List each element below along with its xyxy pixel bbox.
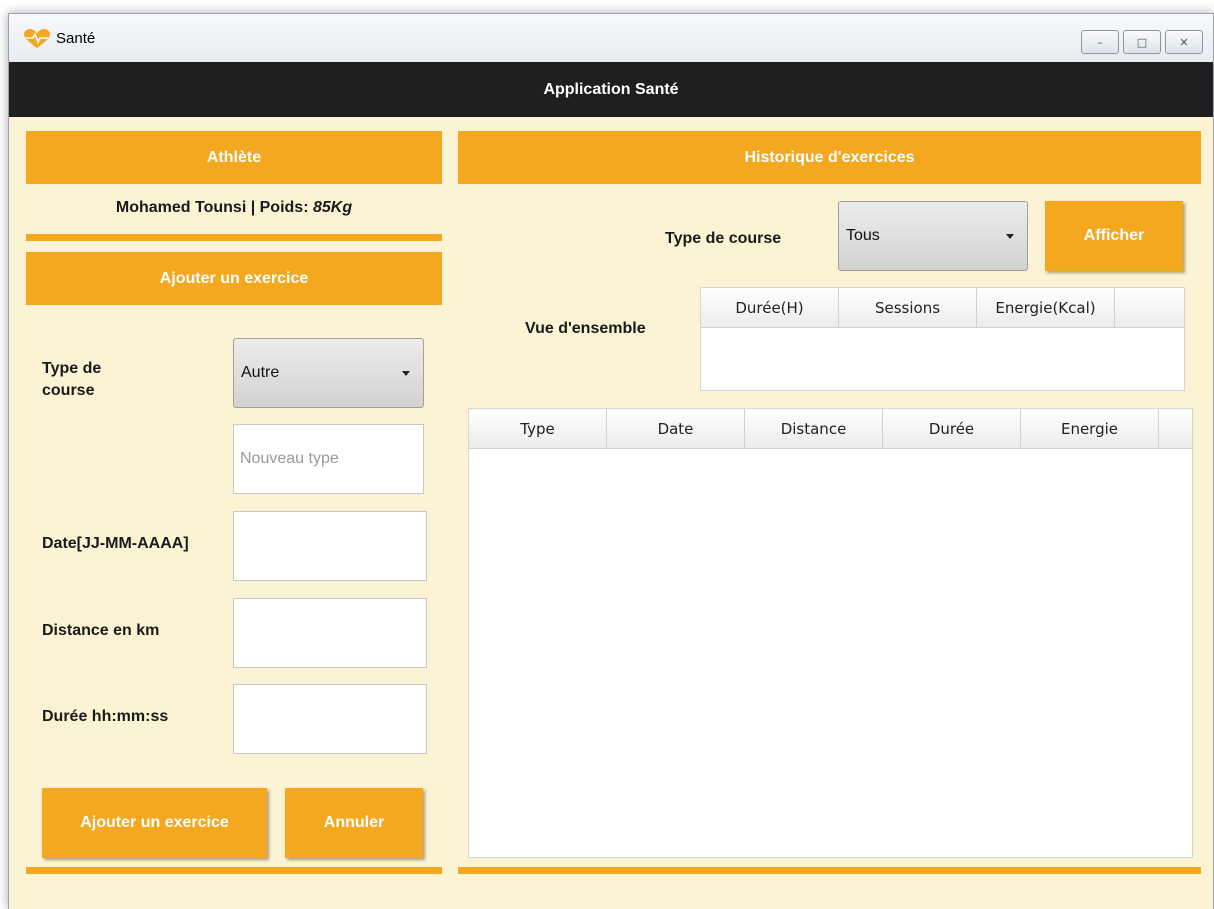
column-header[interactable]: Distance <box>745 409 883 448</box>
column-header-filler <box>1115 288 1184 327</box>
column-header-filler <box>1159 409 1192 448</box>
overview-label: Vue d'ensemble <box>525 320 646 337</box>
chevron-down-icon <box>1006 234 1014 239</box>
divider <box>458 867 1201 874</box>
course-type-value: Autre <box>241 364 280 381</box>
athlete-name: Mohamed Tounsi | Poids: <box>115 199 313 216</box>
minimize-button[interactable]: – <box>1081 30 1119 54</box>
new-type-input[interactable]: Nouveau type <box>233 424 424 494</box>
column-header[interactable]: Energie(Kcal) <box>977 288 1115 327</box>
column-header[interactable]: Durée(H) <box>701 288 839 327</box>
close-button[interactable]: ✕ <box>1165 30 1203 54</box>
add-exercise-panel-heading: Ajouter un exercice <box>26 252 442 305</box>
cancel-button[interactable]: Annuler <box>285 788 423 858</box>
course-type-dropdown[interactable]: Autre <box>233 338 424 408</box>
history-table-header: Type Date Distance Durée Energie <box>469 409 1192 449</box>
column-header[interactable]: Energie <box>1021 409 1159 448</box>
distance-label: Distance en km <box>42 622 160 639</box>
column-header[interactable]: Type <box>469 409 607 448</box>
athlete-panel-heading: Athlète <box>26 131 442 184</box>
column-header[interactable]: Date <box>607 409 745 448</box>
athlete-weight: 85Kg <box>312 199 353 216</box>
add-exercise-button[interactable]: Ajouter un exercice <box>42 788 267 858</box>
chevron-down-icon <box>402 371 410 376</box>
show-button[interactable]: Afficher <box>1045 201 1183 271</box>
duration-input[interactable] <box>233 684 427 754</box>
app-window: Santé – □ ✕ Application Santé Athlète Mo… <box>8 13 1214 909</box>
filter-type-dropdown[interactable]: Tous <box>838 201 1028 271</box>
filter-type-label: Type de course <box>665 230 782 247</box>
filter-type-value: Tous <box>846 227 880 244</box>
maximize-button[interactable]: □ <box>1123 30 1161 54</box>
heart-icon <box>24 29 50 48</box>
history-panel-heading: Historique d'exercices <box>458 131 1201 184</box>
history-table[interactable]: Type Date Distance Durée Energie <box>468 408 1193 858</box>
athlete-info: Mohamed Tounsi | Poids: 85Kg <box>26 197 442 219</box>
main-content: Application Santé Athlète Mohamed Tounsi… <box>9 62 1213 909</box>
column-header[interactable]: Sessions <box>839 288 977 327</box>
title-bar: Santé – □ ✕ <box>9 14 1213 62</box>
divider <box>26 234 442 241</box>
window-title: Santé <box>56 30 96 47</box>
divider <box>26 867 442 874</box>
date-input[interactable] <box>233 511 427 581</box>
overview-table-header: Durée(H) Sessions Energie(Kcal) <box>701 288 1184 328</box>
app-header: Application Santé <box>9 62 1213 117</box>
overview-table: Durée(H) Sessions Energie(Kcal) <box>700 287 1185 391</box>
column-header[interactable]: Durée <box>883 409 1021 448</box>
date-label: Date[JJ-MM-AAAA] <box>42 535 189 552</box>
duration-label: Durée hh:mm:ss <box>42 708 169 725</box>
distance-input[interactable] <box>233 598 427 668</box>
course-type-label: Type de course <box>42 360 102 399</box>
